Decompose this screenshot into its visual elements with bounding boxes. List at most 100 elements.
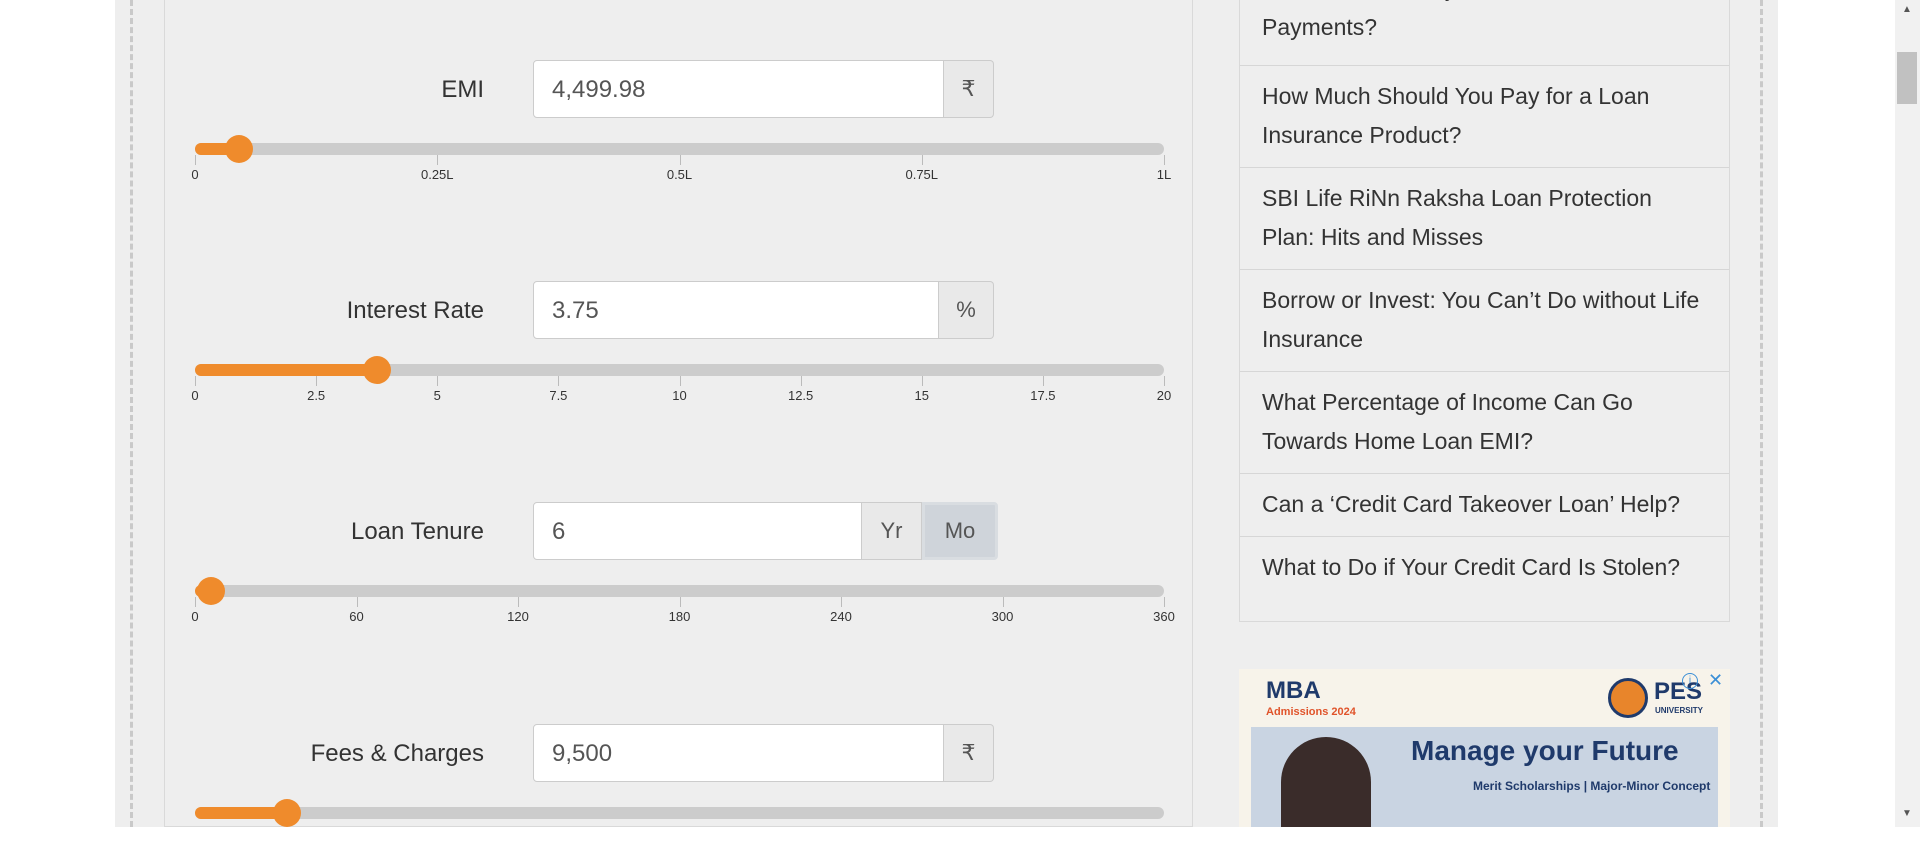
slider-tick-label: 0.75L	[905, 167, 939, 182]
slider-tick	[921, 376, 923, 386]
emi-slider[interactable]: 0 0.25L 0.5L 0.75L 1L	[191, 134, 1171, 194]
slider-tick-label: 120	[507, 609, 529, 624]
slider-track	[195, 585, 1164, 597]
ad-headline: Manage your Future	[1411, 735, 1679, 766]
slider-tick	[679, 597, 681, 607]
slider-tick	[1042, 376, 1044, 386]
slider-tick	[1164, 597, 1165, 607]
related-articles-list: How to Use RuPay Credit Card for UPI Pay…	[1239, 0, 1730, 622]
slider-handle[interactable]	[273, 799, 302, 827]
slider-tick-label: 10	[672, 388, 687, 403]
slider-tick-label: 7.5	[549, 388, 568, 403]
emi-input-group: 4,499.98 ₹	[533, 60, 994, 120]
article-link[interactable]: What Percentage of Income Can Go Towards…	[1240, 372, 1729, 474]
article-title: Borrow or Invest: You Can’t Do without L…	[1262, 287, 1700, 352]
percent-addon: %	[939, 281, 994, 339]
slider-tick-label: 0.5L	[666, 167, 693, 182]
slider-tick-label: 180	[668, 609, 691, 624]
article-link[interactable]: How Much Should You Pay for a Loan Insur…	[1240, 66, 1729, 168]
slider-tick	[841, 597, 842, 607]
slider-tick	[1002, 597, 1004, 607]
rupee-addon: ₹	[944, 724, 994, 782]
slider-tick-label: 0	[191, 609, 199, 624]
slider-tick	[195, 155, 196, 165]
slider-fill	[195, 364, 383, 376]
article-link[interactable]: Can a ‘Credit Card Takeover Loan’ Help?	[1240, 474, 1729, 537]
slider-tick-label: 15	[914, 388, 929, 403]
page-border-right	[1760, 0, 1763, 827]
interest-rate-slider[interactable]: 0 2.5 5 7.5 10 12.5 15 17.5 20	[191, 355, 1171, 415]
slider-handle[interactable]	[197, 577, 226, 605]
slider-tick-label: 20	[1156, 388, 1172, 403]
slider-tick	[518, 597, 519, 607]
slider-tick-label: 300	[991, 609, 1014, 624]
scrollbar-thumb[interactable]	[1897, 52, 1917, 104]
slider-tick	[1164, 155, 1165, 165]
interest-rate-input-group: 3.75 %	[533, 281, 994, 341]
slider-tick	[437, 376, 439, 386]
slider-tick	[437, 155, 439, 165]
fees-charges-input[interactable]: 9,500	[533, 724, 944, 782]
scroll-down-icon[interactable]: ▼	[1902, 808, 1912, 819]
year-toggle-button[interactable]: Yr	[862, 502, 922, 560]
slider-tick-label: 5	[433, 388, 441, 403]
advertisement[interactable]: MBA Admissions 2024 PES UNIVERSITY i ✕ M…	[1239, 669, 1730, 827]
slider-track	[195, 807, 1164, 819]
ad-banner: Manage your Future Merit Scholarships | …	[1251, 727, 1718, 827]
fees-charges-slider[interactable]	[195, 798, 1164, 858]
university-logo-icon	[1608, 678, 1648, 718]
slider-tick	[1164, 376, 1165, 386]
article-title: What Percentage of Income Can Go Towards…	[1262, 389, 1633, 454]
rupee-addon: ₹	[944, 60, 994, 118]
slider-tick	[356, 597, 358, 607]
slider-tick	[316, 376, 318, 386]
interest-rate-label: Interest Rate	[346, 297, 484, 324]
ad-close-icon[interactable]: ✕	[1708, 670, 1723, 691]
slider-tick-label: 1L	[1156, 167, 1172, 182]
slider-tick-label: 0	[191, 388, 199, 403]
slider-tick	[679, 376, 681, 386]
slider-tick	[679, 155, 681, 165]
fees-charges-input-group: 9,500 ₹	[533, 724, 994, 784]
slider-tick	[195, 376, 196, 386]
loan-tenure-input[interactable]: 6	[533, 502, 862, 560]
slider-tick	[195, 597, 196, 607]
article-link[interactable]: Borrow or Invest: You Can’t Do without L…	[1240, 270, 1729, 372]
month-toggle-button[interactable]: Mo	[922, 502, 998, 560]
page-border-left	[130, 0, 133, 827]
interest-rate-input[interactable]: 3.75	[533, 281, 939, 339]
article-link[interactable]: What to Do if Your Credit Card Is Stolen…	[1240, 537, 1729, 600]
slider-tick-label: 17.5	[1030, 388, 1056, 403]
slider-tick	[800, 376, 802, 386]
ad-subtitle: Admissions 2024	[1266, 706, 1356, 718]
slider-tick-label: 0.25L	[420, 167, 454, 182]
person-photo-icon	[1281, 737, 1371, 827]
article-title: SBI Life RiNn Raksha Loan Protection Pla…	[1262, 185, 1652, 250]
ad-brand-sub: UNIVERSITY	[1655, 706, 1704, 715]
slider-tick-label: 0	[191, 167, 199, 182]
slider-tick-label: 240	[830, 609, 852, 624]
article-link[interactable]: How to Use RuPay Credit Card for UPI Pay…	[1240, 0, 1729, 66]
slider-track	[195, 143, 1164, 155]
emi-input[interactable]: 4,499.98	[533, 60, 944, 118]
scrollbar[interactable]: ▲ ▼	[1895, 0, 1920, 827]
article-link[interactable]: SBI Life RiNn Raksha Loan Protection Pla…	[1240, 168, 1729, 270]
slider-tick	[558, 376, 560, 386]
loan-tenure-input-group: 6 Yr Mo	[533, 502, 998, 562]
emi-label: EMI	[441, 76, 484, 103]
article-title: Can a ‘Credit Card Takeover Loan’ Help?	[1262, 491, 1681, 517]
loan-tenure-slider[interactable]: 0 60 120 180 240 300 360	[191, 576, 1175, 636]
slider-handle[interactable]	[362, 356, 391, 384]
slider-handle[interactable]	[224, 135, 253, 163]
emi-calculator: EMI 4,499.98 ₹ 0 0.25L 0.5L 0.75L 1L Interes…	[164, 0, 1193, 827]
article-title: How Much Should You Pay for a Loan Insur…	[1262, 83, 1650, 148]
loan-tenure-label: Loan Tenure	[350, 518, 484, 545]
slider-tick-label: 12.5	[787, 388, 814, 403]
article-title: What to Do if Your Credit Card Is Stolen…	[1262, 554, 1681, 580]
ad-info-icon[interactable]: i	[1682, 673, 1698, 689]
ad-tagline: Merit Scholarships | Major-Minor Concept	[1473, 779, 1711, 793]
article-title: How to Use RuPay Credit Card for UPI Pay…	[1262, 0, 1658, 40]
scroll-up-icon[interactable]: ▲	[1902, 4, 1912, 15]
fees-charges-label: Fees & Charges	[310, 740, 484, 767]
slider-tick-label: 2.5	[307, 388, 326, 403]
